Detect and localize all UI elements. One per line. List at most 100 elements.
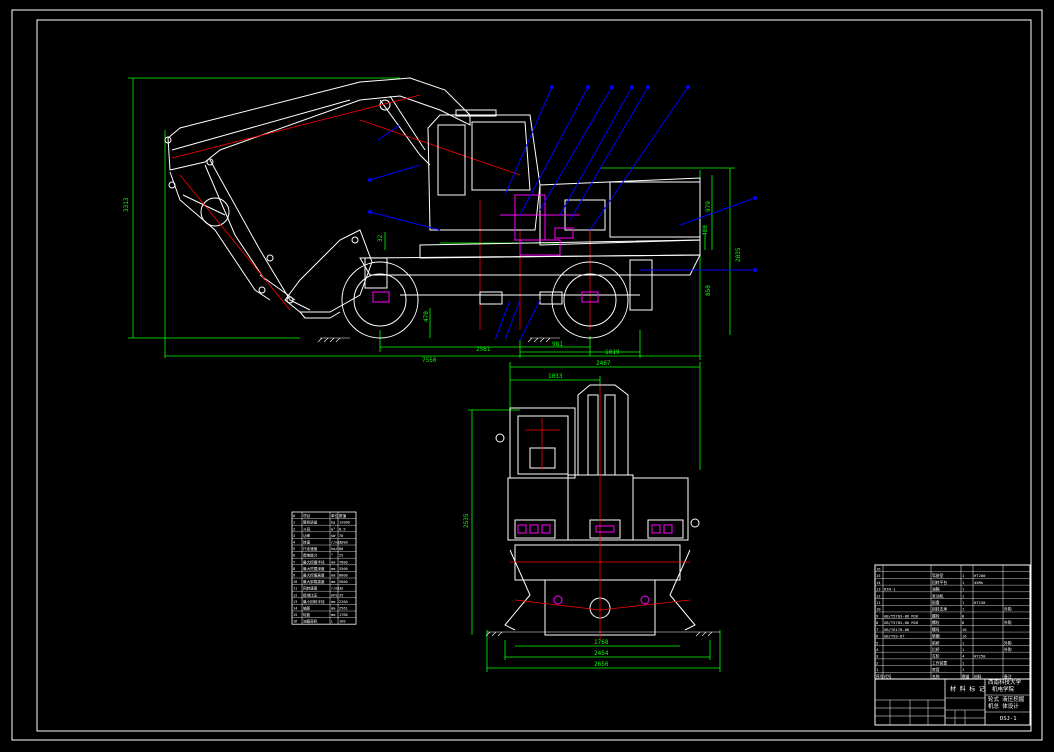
parts-list-cell: 5 [876,640,878,645]
spec-table-cell: 数值 [339,513,347,518]
parts-list-cell: 16 [876,567,881,572]
parts-list-cell: HT250 [974,654,986,659]
parts-list-cell: GB/T93-87 [884,634,905,639]
dim-height-upper: 979 [705,201,712,212]
parts-list-cell: 16 [962,634,967,639]
spec-table-cell: 最大挖掘半径 [303,559,325,564]
spec-table-cell: mm [331,560,335,564]
drawing-number: DSJ-1 [1000,716,1017,722]
parts-list-cell: 14 [876,580,881,585]
spec-table-cell: 11 [293,587,297,591]
spec-table-cell: 9 [293,574,295,578]
parts-list-cell: 16 [962,627,967,632]
spec-table-cell: 35 [339,593,343,597]
spec-table-cell: 70 [339,534,343,538]
spec-table-cell: 7 [293,560,295,564]
spec-table-cell: 160 [339,620,346,624]
parts-list-cell: 外购 [1004,607,1012,612]
spec-table-cell: 8000 [339,574,348,578]
cad-drawing: 3313 7550 2561 981 1019 2835 979 480 850… [0,0,1054,752]
spec-table-cell: 3 [293,534,295,538]
parts-list-cell: 7 [876,627,878,632]
spec-table-cell: 斗容 [303,526,311,531]
parts-list-cell: 45Mn [974,580,983,585]
parts-list-cell: 驾驶室 [932,573,944,578]
parts-list-cell: 底盘 [932,667,940,672]
spec-table-cell: 接地比压 [303,592,318,597]
parts-list-cell: 车轮 [932,654,940,659]
parts-list-cell: 15 [876,573,881,578]
drawing-title-2: 机总 体设计 [988,702,1019,710]
spec-table-cell: L [331,620,333,624]
spec-table-cell: mm [331,567,335,571]
parts-list-cell: 垫圈 [932,634,940,639]
spec-table-cell: 2 [293,527,295,531]
parts-list-cell: 备注 [1004,674,1012,679]
spec-table-cell: 10 [293,580,297,584]
drawing-title-1: 轮式 液压挖掘 [988,695,1025,703]
spec-table-cell: mm [331,580,335,584]
parts-list-cell: 10 [876,607,881,612]
spec-table-cell: 6 [293,554,295,558]
dim-track: 1768 [594,639,609,646]
dim-height-mid: 480 [702,225,709,236]
parts-list-cell: 3 [876,654,878,659]
spec-table-cell: 整机质量 [303,520,318,525]
parts-list-cell: 外购 [1004,620,1012,625]
parts-list-cell: 名称 [932,674,940,679]
spec-table-cell: 12000 [339,521,350,525]
spec-table-cell: 12 [293,593,297,597]
spec-table-cell: 轮距 [303,612,311,617]
spec-table-cell: 转速 [303,540,311,545]
spec-table-cell: 爬坡能力 [303,553,318,558]
parts-list-cell: 材料 [974,674,982,679]
spec-table-cell: 2200 [339,541,348,545]
parts-list-cell: 12 [876,593,881,598]
spec-table-cell: mm [331,613,335,617]
dim-axle-b: 1019 [605,349,620,356]
spec-table-cell: 项目 [303,513,310,518]
parts-list-cell: 配重 [932,600,940,605]
spec-table-cell: 最大卸载高度 [303,579,325,584]
spec-table-cell: 25 [339,554,343,558]
school: 机电学院 [992,685,1015,693]
spec-table-cell: 5600 [339,580,348,584]
spec-table-cell: 5 [293,547,295,551]
parts-list-cell: 螺栓 [932,620,940,625]
dim-front-height: 2535 [463,513,470,528]
parts-list-cell: 回转支承 [932,607,947,612]
spec-table-cell: 轴距 [303,606,311,611]
parts-list-cell: 回转平台 [932,580,947,585]
material-label: 材 料 标 记 [950,685,985,693]
dim-width-mid: 2454 [594,650,609,657]
spec-table-cell: 最小回转半径 [303,599,325,604]
spec-table-cell: kPa [331,593,338,597]
spec-table-cell: kg [331,521,335,525]
spec-table-cell: mm [331,607,335,611]
parts-list-cell: 油箱 [932,587,940,592]
spec-table-cell: 7800 [339,560,348,564]
spec-table-cell: 2200 [339,600,348,604]
spec-table-cell: 14 [293,607,297,611]
spec-table-cell: 1 [293,521,295,525]
parts-list-cell: GB/T5783-86 M20 [884,620,919,625]
university: 西南科技大学 [988,678,1022,686]
dim-width-bottom: 2650 [594,661,609,668]
parts-list-cell: HT200 [974,573,986,578]
dim-height-lower: 850 [705,285,712,296]
spec-table-cell: mm [331,574,335,578]
parts-list-cell: 外购 [1004,640,1012,645]
spec-table-cell: 油箱容积 [303,619,318,624]
parts-list-cell: 2 [876,660,878,665]
spec-table-cell: 2561 [339,607,348,611]
dim-overall-length: 7550 [422,357,437,364]
spec-table-cell: m³ [331,527,335,531]
parts-list-cell: 发动机 [932,593,944,598]
parts-list-cell: 数量 [962,674,970,679]
dim-half-width: 1033 [548,373,563,380]
dim-overall-height: 3313 [123,197,130,212]
dim-axle-a: 981 [552,341,563,348]
spec-table-cell: 15 [293,613,297,617]
spec-table-cell: 功率 [303,533,311,538]
spec-table-cell: 13 [293,600,297,604]
